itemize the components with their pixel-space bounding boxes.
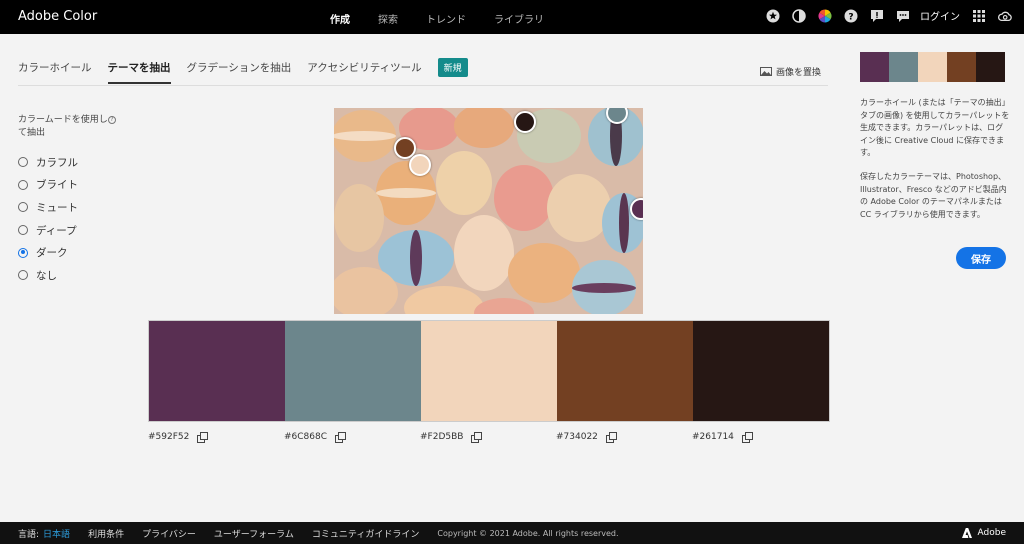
mood-option-none[interactable]: なし — [18, 264, 78, 287]
side-description-2: 保存したカラーテーマは、Photoshop、Illustrator、Fresco… — [860, 172, 1007, 219]
preview-swatch-5 — [976, 52, 1005, 82]
swatch-5[interactable] — [693, 321, 829, 421]
preview-swatch-2 — [889, 52, 918, 82]
footer-link-privacy[interactable]: プライバシー — [142, 527, 196, 540]
star-icon[interactable] — [766, 9, 780, 23]
radio-colorful[interactable] — [18, 157, 28, 168]
radio-dark[interactable] — [18, 247, 28, 258]
hex-item-3: #F2D5BB — [420, 432, 556, 443]
hex-codes: #592F52 #6C868C #F2D5BB #734022 #261714 — [148, 432, 828, 443]
info-icon[interactable]: ? — [108, 116, 116, 124]
new-badge: 新規 — [437, 58, 468, 77]
login-link[interactable]: ログイン — [920, 8, 960, 23]
hex-value[interactable]: #F2D5BB — [420, 432, 463, 442]
tab-extract-theme[interactable]: テーマを抽出 — [107, 60, 171, 84]
mood-option-deep[interactable]: ディープ — [18, 219, 78, 242]
mood-panel-title: カラームードを使用して抽出 — [18, 115, 108, 138]
footer-link-terms[interactable]: 利用条件 — [88, 527, 124, 540]
nav-explore[interactable]: 探索 — [378, 11, 398, 26]
hex-item-2: #6C868C — [284, 432, 420, 443]
mood-option-muted[interactable]: ミュート — [18, 196, 78, 219]
hex-value[interactable]: #6C868C — [284, 432, 327, 442]
copy-icon[interactable] — [471, 432, 483, 443]
nav-create[interactable]: 作成 — [330, 11, 350, 26]
adobe-icon — [961, 528, 972, 538]
preview-swatch-3 — [918, 52, 947, 82]
apps-grid-icon[interactable] — [972, 9, 986, 23]
language-label-text: 言語: — [18, 529, 40, 540]
contrast-icon[interactable] — [792, 8, 806, 23]
extract-tabs: カラーホイール テーマを抽出 グラデーションを抽出 アクセシビリティツール 新規 — [18, 58, 468, 84]
mood-option-label: ブライト — [36, 179, 78, 192]
replace-image-label: 画像を置換 — [776, 68, 822, 78]
main-nav: 作成 探索 トレンド ライブラリ — [330, 11, 572, 26]
mood-option-label: ミュート — [36, 201, 78, 214]
radio-none[interactable] — [18, 270, 28, 281]
adobe-footer-logo[interactable]: Adobe — [961, 528, 1006, 538]
radio-muted[interactable] — [18, 202, 28, 213]
tab-accessibility-tools[interactable]: アクセシビリティツール — [307, 60, 421, 83]
radio-bright[interactable] — [18, 179, 28, 190]
adobe-brand-text: Adobe — [977, 528, 1006, 538]
feedback-icon[interactable] — [870, 9, 884, 23]
side-description-1: カラーホイール (または「テーマの抽出」タブの画像) を使用してカラーパレットを… — [860, 98, 1010, 157]
image-icon — [760, 67, 772, 76]
top-icons: ? ログイン — [754, 8, 1012, 23]
macaron-image — [334, 108, 643, 314]
tab-divider — [18, 85, 828, 86]
mood-options: カラフル ブライト ミュート ディープ ダーク なし — [18, 151, 78, 287]
hex-item-5: #261714 — [692, 432, 828, 443]
swatch-1[interactable] — [149, 321, 285, 421]
mood-option-label: カラフル — [36, 156, 78, 169]
hex-value[interactable]: #592F52 — [148, 432, 189, 442]
source-photo[interactable] — [334, 108, 643, 314]
copy-icon[interactable] — [197, 432, 209, 443]
replace-image-button[interactable]: 画像を置換 — [760, 65, 821, 78]
help-icon[interactable]: ? — [844, 9, 858, 23]
hex-value[interactable]: #261714 — [692, 432, 734, 442]
color-picker-handle-2[interactable] — [409, 154, 431, 176]
mood-option-dark[interactable]: ダーク — [18, 241, 78, 264]
preview-swatch-4 — [947, 52, 976, 82]
language-label: 言語: 日本語 — [18, 527, 70, 540]
footer: 言語: 日本語 利用条件 プライバシー ユーザーフォーラム コミュニティガイドライ… — [0, 522, 1024, 544]
mood-option-label: ダーク — [36, 247, 68, 260]
swatch-2[interactable] — [285, 321, 421, 421]
copy-icon[interactable] — [335, 432, 347, 443]
theme-swatches — [148, 320, 830, 422]
color-wheel-icon[interactable] — [818, 9, 832, 23]
app-logo[interactable]: Adobe Color — [18, 9, 97, 24]
copy-icon[interactable] — [605, 432, 617, 443]
top-bar: Adobe Color 作成 探索 トレンド ライブラリ ? ログイン — [0, 0, 1024, 34]
tab-color-wheel[interactable]: カラーホイール — [18, 60, 92, 83]
creative-cloud-icon[interactable] — [998, 9, 1012, 23]
footer-link-guidelines[interactable]: コミュニティガイドライン — [312, 527, 419, 540]
mood-option-label: なし — [36, 269, 57, 282]
mood-option-label: ディープ — [36, 224, 77, 237]
nav-libraries[interactable]: ライブラリ — [494, 11, 544, 26]
theme-preview — [860, 52, 1005, 82]
chat-icon[interactable] — [896, 9, 910, 23]
copy-icon[interactable] — [741, 432, 753, 443]
swatch-4[interactable] — [557, 321, 693, 421]
save-button[interactable]: 保存 — [956, 247, 1006, 269]
hex-value[interactable]: #734022 — [556, 432, 598, 442]
hex-item-4: #734022 — [556, 432, 692, 443]
svg-text:?: ? — [848, 12, 853, 22]
language-select[interactable]: 日本語 — [43, 530, 70, 540]
preview-swatch-1 — [860, 52, 889, 82]
nav-trends[interactable]: トレンド — [426, 11, 466, 26]
mood-option-colorful[interactable]: カラフル — [18, 151, 78, 174]
mood-option-bright[interactable]: ブライト — [18, 174, 78, 197]
color-picker-handle-3[interactable] — [514, 111, 536, 133]
swatch-3[interactable] — [421, 321, 557, 421]
tab-extract-gradient[interactable]: グラデーションを抽出 — [187, 60, 292, 83]
hex-item-1: #592F52 — [148, 432, 284, 443]
copyright: Copyright © 2021 Adobe. All rights reser… — [437, 528, 619, 538]
radio-deep[interactable] — [18, 225, 28, 236]
footer-link-forum[interactable]: ユーザーフォーラム — [214, 527, 294, 540]
